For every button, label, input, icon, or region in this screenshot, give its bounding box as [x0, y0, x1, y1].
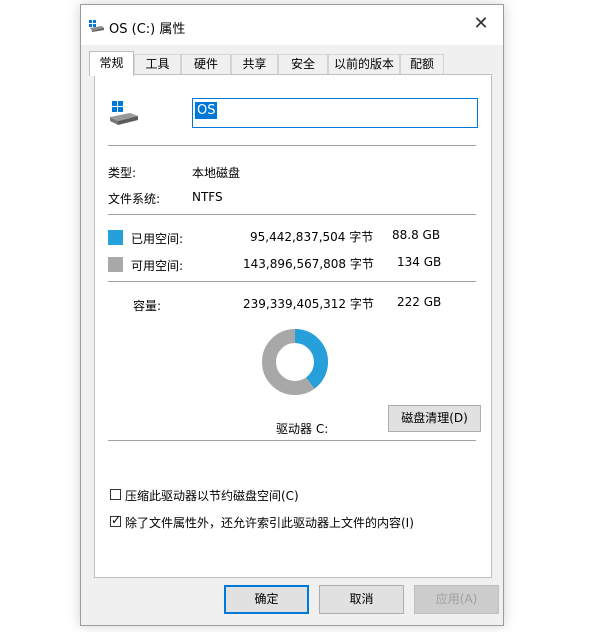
- separator: [108, 440, 476, 441]
- tab-quota[interactable]: 配额: [400, 54, 444, 74]
- tab-previous-versions[interactable]: 以前的版本: [328, 54, 400, 74]
- tab-hardware[interactable]: 硬件: [181, 54, 231, 74]
- separator: [108, 214, 476, 215]
- usage-donut-chart: [262, 329, 328, 395]
- capacity-size: 222 GB: [397, 295, 442, 309]
- title-bar[interactable]: OS (C:) 属性 ✕: [81, 5, 503, 45]
- used-space-label: 已用空间:: [131, 232, 184, 246]
- windows-drive-icon: [110, 101, 138, 125]
- type-label: 类型:: [108, 166, 137, 180]
- apply-button[interactable]: 应用(A): [414, 585, 499, 614]
- ok-button[interactable]: 确定: [224, 585, 309, 614]
- window-title: OS (C:) 属性: [109, 22, 186, 37]
- drive-icon: [89, 20, 104, 32]
- filesystem-label: 文件系统:: [108, 192, 161, 206]
- compress-checkbox[interactable]: [110, 489, 121, 500]
- used-space-bytes: 95,442,837,504 字节: [250, 230, 374, 244]
- volume-name-input[interactable]: OS: [192, 98, 478, 128]
- filesystem-value: NTFS: [192, 190, 223, 204]
- separator: [108, 281, 476, 282]
- type-value: 本地磁盘: [192, 166, 241, 180]
- index-label: 除了文件属性外，还允许索引此驱动器上文件的内容(I): [125, 516, 414, 530]
- dialog-button-bar: 确定 取消 应用(A): [81, 581, 503, 627]
- used-space-size: 88.8 GB: [392, 228, 441, 242]
- free-space-bytes: 143,896,567,808 字节: [243, 257, 374, 271]
- close-icon: ✕: [473, 12, 489, 34]
- cancel-button[interactable]: 取消: [319, 585, 404, 614]
- tab-tools[interactable]: 工具: [134, 54, 181, 74]
- volume-name-text: OS: [195, 102, 218, 119]
- free-space-label: 可用空间:: [131, 259, 184, 273]
- tab-sharing[interactable]: 共享: [231, 54, 278, 74]
- capacity-bytes: 239,339,405,312 字节: [243, 297, 374, 311]
- tab-general[interactable]: 常规: [89, 51, 134, 76]
- tab-security[interactable]: 安全: [278, 54, 328, 74]
- used-space-swatch: [108, 230, 123, 245]
- separator: [108, 145, 476, 146]
- free-space-size: 134 GB: [397, 255, 442, 269]
- general-tab-panel: OS 类型: 本地磁盘 文件系统: NTFS 已用空间: 95,442,837,…: [94, 74, 492, 578]
- compress-label: 压缩此驱动器以节约磁盘空间(C): [125, 489, 299, 503]
- index-checkbox[interactable]: ✓: [110, 513, 122, 527]
- properties-window: OS (C:) 属性 ✕ 常规 工具 硬件 共享 安全 以前的版本 配额 OS …: [80, 4, 504, 626]
- free-space-swatch: [108, 257, 123, 272]
- capacity-label: 容量:: [133, 299, 162, 313]
- close-button[interactable]: ✕: [459, 5, 503, 41]
- drive-letter-label: 驱动器 C:: [276, 422, 329, 436]
- checkmark-icon: ✓: [111, 513, 122, 527]
- disk-cleanup-button[interactable]: 磁盘清理(D): [388, 405, 481, 432]
